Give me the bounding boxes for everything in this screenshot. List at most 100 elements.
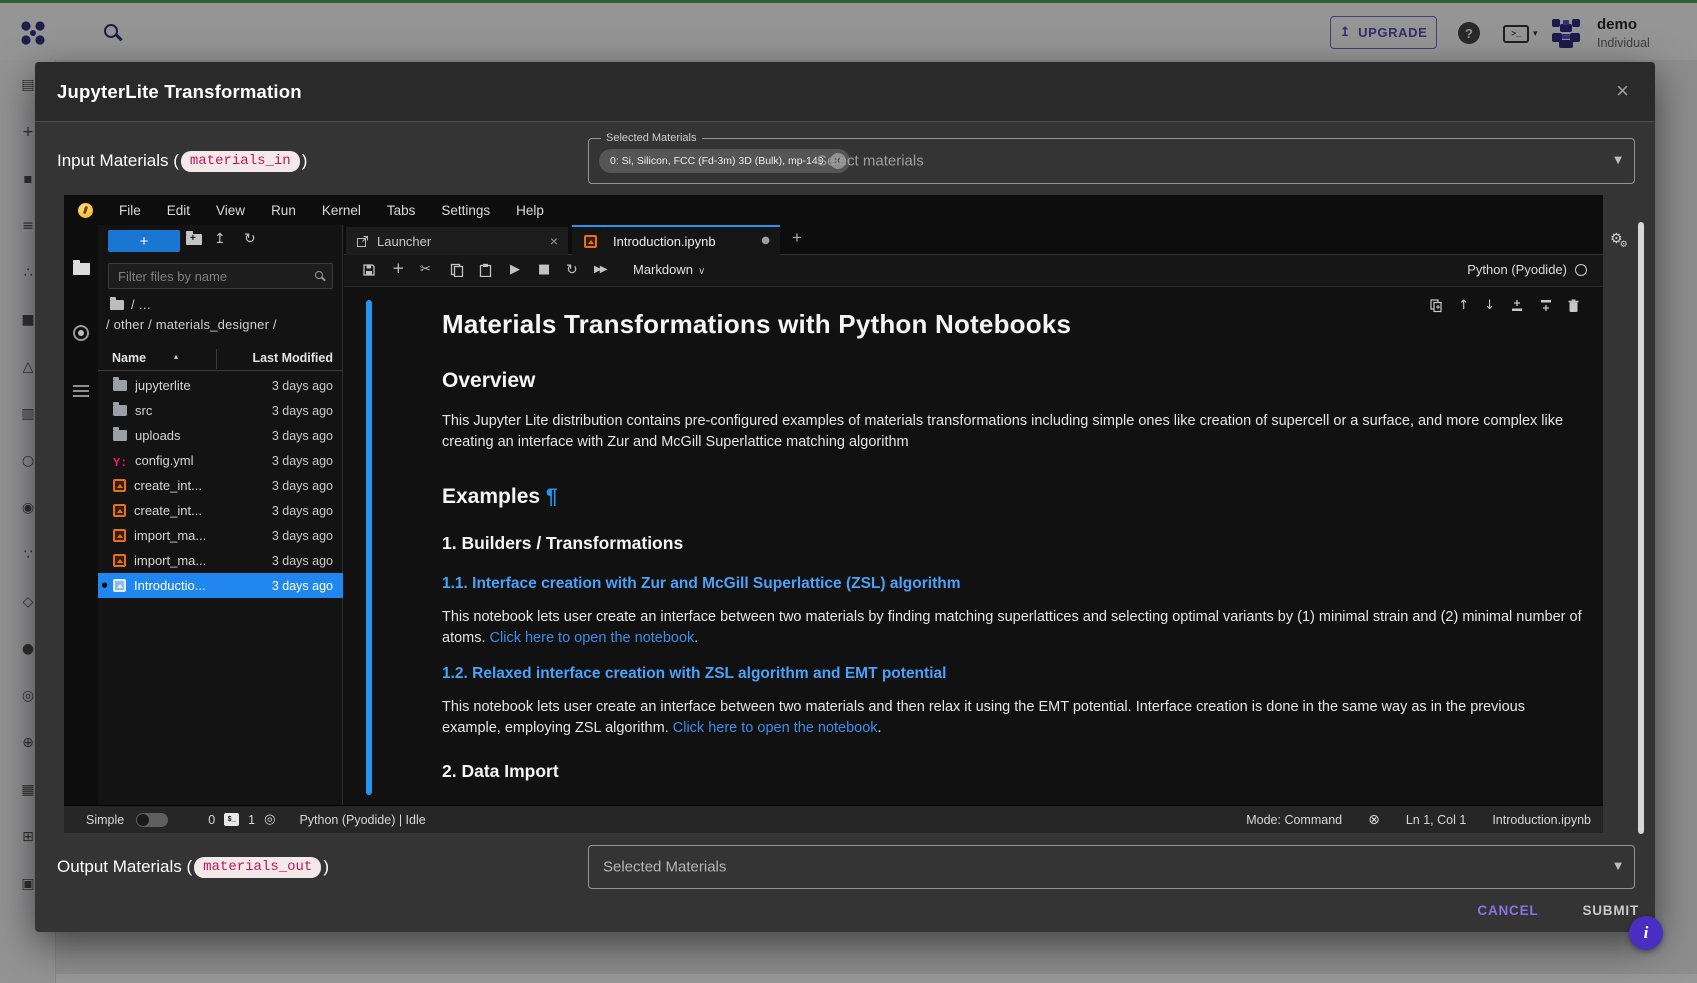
kernel-indicator[interactable]: Python (Pyodide)	[1467, 262, 1587, 277]
folder-icon	[113, 430, 127, 441]
tab-launcher[interactable]: Launcher ×	[346, 227, 568, 255]
cut-icon[interactable]: ✂	[420, 263, 431, 276]
filter-files-box	[108, 263, 333, 289]
close-icon[interactable]: ×	[1616, 78, 1629, 104]
close-tab-icon[interactable]: ×	[550, 233, 558, 249]
mode-indicator[interactable]: Mode: Command	[1246, 813, 1342, 827]
table-of-contents-icon[interactable]	[73, 385, 89, 397]
file-row[interactable]: uploads3 days ago	[98, 423, 343, 448]
menu-kernel[interactable]: Kernel	[322, 203, 361, 218]
statusbar-filename[interactable]: Introduction.ipynb	[1492, 813, 1591, 827]
cursor-position[interactable]: Ln 1, Col 1	[1406, 813, 1466, 827]
output-select-placeholder: Selected Materials	[603, 859, 726, 876]
run-icon[interactable]: ▶	[510, 263, 520, 276]
file-row[interactable]: src3 days ago	[98, 398, 343, 423]
menu-file[interactable]: File	[119, 203, 141, 218]
file-name: import_ma...	[134, 528, 206, 543]
insert-cell-icon[interactable]: +	[392, 261, 405, 276]
file-row[interactable]: jupyterlite3 days ago	[98, 373, 343, 398]
folder-icon	[110, 300, 124, 310]
material-chip[interactable]: 0: Si, Silicon, FCC (Fd-3m) 3D (Bulk), m…	[599, 149, 850, 173]
file-modified: 3 days ago	[272, 579, 333, 593]
notebook-icon	[584, 235, 597, 248]
output-materials-select[interactable]: Selected Materials ▼	[588, 845, 1635, 889]
active-cell-indicator[interactable]	[366, 300, 372, 795]
file-row[interactable]: config.yml3 days ago	[98, 448, 343, 473]
tab-introduction-notebook[interactable]: Introduction.ipynb ●	[572, 225, 780, 255]
file-browser-icon[interactable]	[73, 263, 90, 275]
file-row[interactable]: create_int...3 days ago	[98, 498, 343, 523]
dialog-scrollbar[interactable]	[1638, 222, 1644, 834]
file-row[interactable]: ●Introductio...3 days ago	[98, 573, 343, 598]
terminals-count[interactable]: 0	[208, 813, 215, 827]
file-modified: 3 days ago	[272, 479, 333, 493]
kernels-count[interactable]: 1	[248, 813, 255, 827]
dropdown-caret-icon[interactable]: ▼	[1614, 156, 1622, 166]
filter-files-input[interactable]	[109, 264, 332, 288]
breadcrumb-path[interactable]: / other / materials_designer /	[106, 317, 277, 332]
stop-icon[interactable]: ■	[538, 263, 550, 276]
menu-tabs[interactable]: Tabs	[387, 203, 416, 218]
menu-edit[interactable]: Edit	[167, 203, 190, 218]
notebook-icon	[113, 529, 126, 542]
item-1-1-heading[interactable]: 1.1. Interface creation with Zur and McG…	[442, 575, 1583, 593]
item-1-2-heading[interactable]: 1.2. Relaxed interface creation with ZSL…	[442, 665, 1583, 683]
open-notebook-link[interactable]: Click here to open the notebook	[673, 720, 878, 736]
file-modified: 3 days ago	[272, 454, 333, 468]
simple-mode-toggle[interactable]	[136, 813, 168, 827]
paste-icon[interactable]	[479, 263, 492, 277]
selected-materials-legend: Selected Materials	[601, 132, 702, 144]
file-row[interactable]: import_ma...3 days ago	[98, 523, 343, 548]
new-launcher-button[interactable]: +	[108, 230, 180, 252]
folder-icon	[113, 380, 127, 391]
save-icon[interactable]	[362, 263, 376, 277]
yaml-icon	[113, 454, 127, 467]
overview-heading: Overview	[442, 369, 1583, 393]
trust-shield-icon: ⊗	[1368, 813, 1380, 827]
refresh-icon[interactable]: ↻	[244, 232, 256, 246]
file-row[interactable]: import_ma...3 days ago	[98, 548, 343, 573]
file-name: import_ma...	[134, 553, 206, 568]
file-modified: 3 days ago	[272, 404, 333, 418]
file-list-header[interactable]: Name ▴ Last Modified	[98, 347, 343, 371]
submit-button[interactable]: SUBMIT	[1582, 903, 1639, 918]
notebook-icon	[113, 579, 126, 592]
notebook-title: Materials Transformations with Python No…	[442, 309, 1583, 340]
document-tabbar: Launcher × Introduction.ipynb ● +	[344, 225, 1603, 255]
cancel-button[interactable]: CANCEL	[1477, 903, 1538, 918]
menu-run[interactable]: Run	[271, 203, 296, 218]
file-row[interactable]: create_int...3 days ago	[98, 473, 343, 498]
restart-run-all-icon[interactable]: ▶▶	[594, 265, 605, 275]
open-notebook-link[interactable]: Click here to open the notebook	[490, 630, 695, 646]
input-materials-select[interactable]: Selected Materials 0: Si, Silicon, FCC (…	[588, 138, 1635, 184]
dialog-title: JupyterLite Transformation	[57, 62, 302, 122]
settings-gears-icon[interactable]: ⚙⚙	[1610, 230, 1631, 248]
item-1-1-paragraph: This notebook lets user create an interf…	[442, 607, 1583, 649]
dropdown-caret-icon[interactable]: ▼	[1614, 862, 1622, 872]
file-name: Introductio...	[134, 578, 206, 593]
builders-heading: 1. Builders / Transformations	[442, 533, 1583, 554]
upload-icon[interactable]: ↥	[214, 232, 226, 246]
info-fab-button[interactable]: i	[1629, 916, 1663, 950]
item-1-2-paragraph: This notebook lets user create an interf…	[442, 697, 1583, 739]
restart-kernel-icon[interactable]: ↻	[566, 263, 578, 277]
kernel-ring-icon: ◎	[264, 813, 275, 826]
search-icon	[315, 271, 323, 279]
file-modified: 3 days ago	[272, 379, 333, 393]
cell-type-dropdown[interactable]: Markdown∨	[633, 262, 705, 277]
input-materials-label: Input Materials (materials_in)	[57, 138, 307, 184]
launcher-icon	[356, 235, 369, 248]
running-kernels-icon[interactable]	[73, 325, 89, 341]
new-folder-icon[interactable]	[186, 232, 202, 248]
file-name: create_int...	[134, 503, 202, 518]
pilcrow-anchor[interactable]: ¶	[546, 485, 558, 508]
new-tab-icon[interactable]: +	[792, 228, 802, 248]
file-name: uploads	[135, 428, 181, 443]
menu-settings[interactable]: Settings	[441, 203, 490, 218]
menu-help[interactable]: Help	[516, 203, 544, 218]
notebook-content[interactable]: ↑ ↓ Materials Transformations with Pytho…	[344, 287, 1603, 805]
breadcrumb[interactable]: / …	[110, 297, 151, 312]
kernel-status-label[interactable]: Python (Pyodide) | Idle	[299, 813, 425, 827]
menu-view[interactable]: View	[216, 203, 245, 218]
copy-icon[interactable]	[450, 263, 464, 277]
